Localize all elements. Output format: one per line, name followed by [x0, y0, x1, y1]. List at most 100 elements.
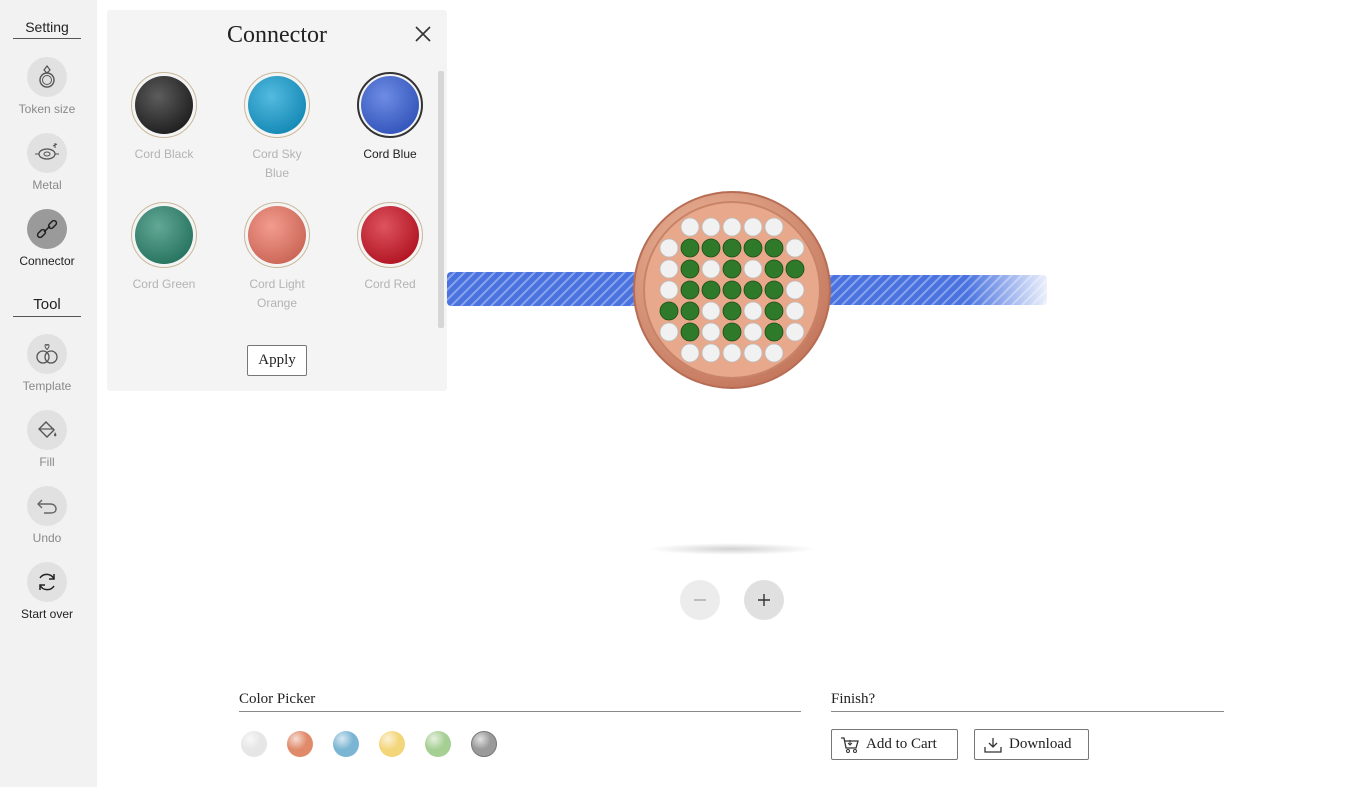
swatch-cord-black[interactable]: Cord Black: [114, 72, 214, 164]
white-stone: [701, 217, 721, 237]
add-to-cart-button[interactable]: Add to Cart: [831, 729, 958, 760]
white-stone: [659, 238, 679, 258]
gem-color-green[interactable]: [425, 731, 451, 757]
sidebar-item-template[interactable]: Template: [0, 334, 94, 393]
swatch-color: [248, 206, 306, 264]
white-stone: [743, 322, 763, 342]
green-stone: [764, 238, 784, 258]
zoom-in-button[interactable]: [744, 580, 784, 620]
swatch-label: Cord Sky Blue: [252, 147, 302, 180]
cord-right: [822, 268, 1057, 312]
white-stone: [701, 322, 721, 342]
swatch-label: Cord Red: [364, 277, 416, 291]
green-stone: [701, 238, 721, 258]
white-stone: [701, 259, 721, 279]
minus-icon: [694, 599, 706, 601]
setting-heading: Setting: [13, 19, 81, 39]
white-stone: [659, 322, 679, 342]
gem-color-yellow[interactable]: [379, 731, 405, 757]
white-stone: [659, 259, 679, 279]
gem-color-gray[interactable]: [471, 731, 497, 757]
undo-icon: [27, 486, 67, 526]
panel-title: Connector: [227, 22, 327, 48]
gem-color-rose[interactable]: [287, 731, 313, 757]
white-stone: [659, 280, 679, 300]
green-stone: [701, 280, 721, 300]
preview-shadow: [648, 543, 816, 555]
bracelet-preview: [447, 180, 1057, 400]
sidebar-item-start-over[interactable]: Start over: [0, 562, 94, 621]
sidebar-item-fill[interactable]: Fill: [0, 410, 94, 469]
sidebar-item-label: Token size: [18, 102, 76, 116]
green-stone: [722, 280, 742, 300]
white-stone: [680, 217, 700, 237]
sidebar-item-label: Undo: [32, 531, 62, 545]
white-stone: [743, 301, 763, 321]
white-stone: [701, 301, 721, 321]
green-stone: [764, 280, 784, 300]
green-stone: [680, 301, 700, 321]
green-stone: [722, 322, 742, 342]
swatch-color: [361, 206, 419, 264]
gem-color-blue[interactable]: [333, 731, 359, 757]
white-stone: [764, 217, 784, 237]
close-icon[interactable]: [412, 23, 434, 45]
green-stone: [680, 259, 700, 279]
white-stone: [764, 343, 784, 363]
sidebar-item-metal[interactable]: Metal: [0, 133, 94, 192]
color-picker-title: Color Picker: [239, 691, 801, 712]
download-label: Download: [1009, 736, 1072, 752]
cord-left: [447, 272, 642, 306]
sidebar-item-connector[interactable]: Connector: [0, 209, 94, 268]
swatch-cord-blue[interactable]: Cord Blue: [340, 72, 440, 164]
green-stone: [743, 238, 763, 258]
refresh-icon: [27, 562, 67, 602]
pendant-token: [633, 191, 831, 389]
connector-panel: Connector Cord Black Cord Sky Blue Cord …: [107, 10, 447, 391]
white-stone: [743, 217, 763, 237]
swatch-label: Cord Green: [132, 277, 196, 291]
finish-title: Finish?: [831, 691, 1224, 712]
swatch-color: [361, 76, 419, 134]
swatch-cord-red[interactable]: Cord Red: [340, 202, 440, 294]
green-stone: [764, 259, 784, 279]
add-to-cart-label: Add to Cart: [866, 736, 937, 752]
sidebar-item-label: Fill: [39, 455, 55, 469]
white-stone: [785, 301, 805, 321]
apply-button[interactable]: Apply: [247, 345, 307, 376]
sidebar-item-undo[interactable]: Undo: [0, 486, 94, 545]
gem-color-white[interactable]: [241, 731, 267, 757]
green-stone: [743, 280, 763, 300]
green-stone: [680, 322, 700, 342]
green-stone: [722, 238, 742, 258]
paint-bucket-icon: [27, 410, 67, 450]
green-stone: [764, 301, 784, 321]
metal-icon: [27, 133, 67, 173]
swatch-label: Cord Blue: [363, 147, 417, 161]
plus-icon: [758, 594, 770, 606]
swatch-label: Cord Black: [134, 147, 194, 161]
green-stone: [680, 280, 700, 300]
green-stone: [764, 322, 784, 342]
white-stone: [785, 238, 805, 258]
zoom-out-button[interactable]: [680, 580, 720, 620]
green-stone: [659, 301, 679, 321]
green-stone: [722, 259, 742, 279]
white-stone: [743, 259, 763, 279]
swatch-label: Cord Light Orange: [249, 277, 305, 310]
white-stone: [722, 217, 742, 237]
green-stone: [680, 238, 700, 258]
swatch-color: [135, 206, 193, 264]
swatch-cord-light-orange[interactable]: Cord Light Orange: [227, 202, 327, 313]
swatch-cord-sky-blue[interactable]: Cord Sky Blue: [227, 72, 327, 183]
sidebar-item-label: Template: [22, 379, 72, 393]
swatch-color: [248, 76, 306, 134]
white-stone: [680, 343, 700, 363]
swatch-cord-green[interactable]: Cord Green: [114, 202, 214, 294]
download-button[interactable]: Download: [974, 729, 1089, 760]
tool-heading: Tool: [13, 296, 81, 317]
green-stone: [785, 259, 805, 279]
white-stone: [785, 322, 805, 342]
sidebar-item-token-size[interactable]: Token size: [0, 57, 94, 116]
white-stone: [701, 343, 721, 363]
